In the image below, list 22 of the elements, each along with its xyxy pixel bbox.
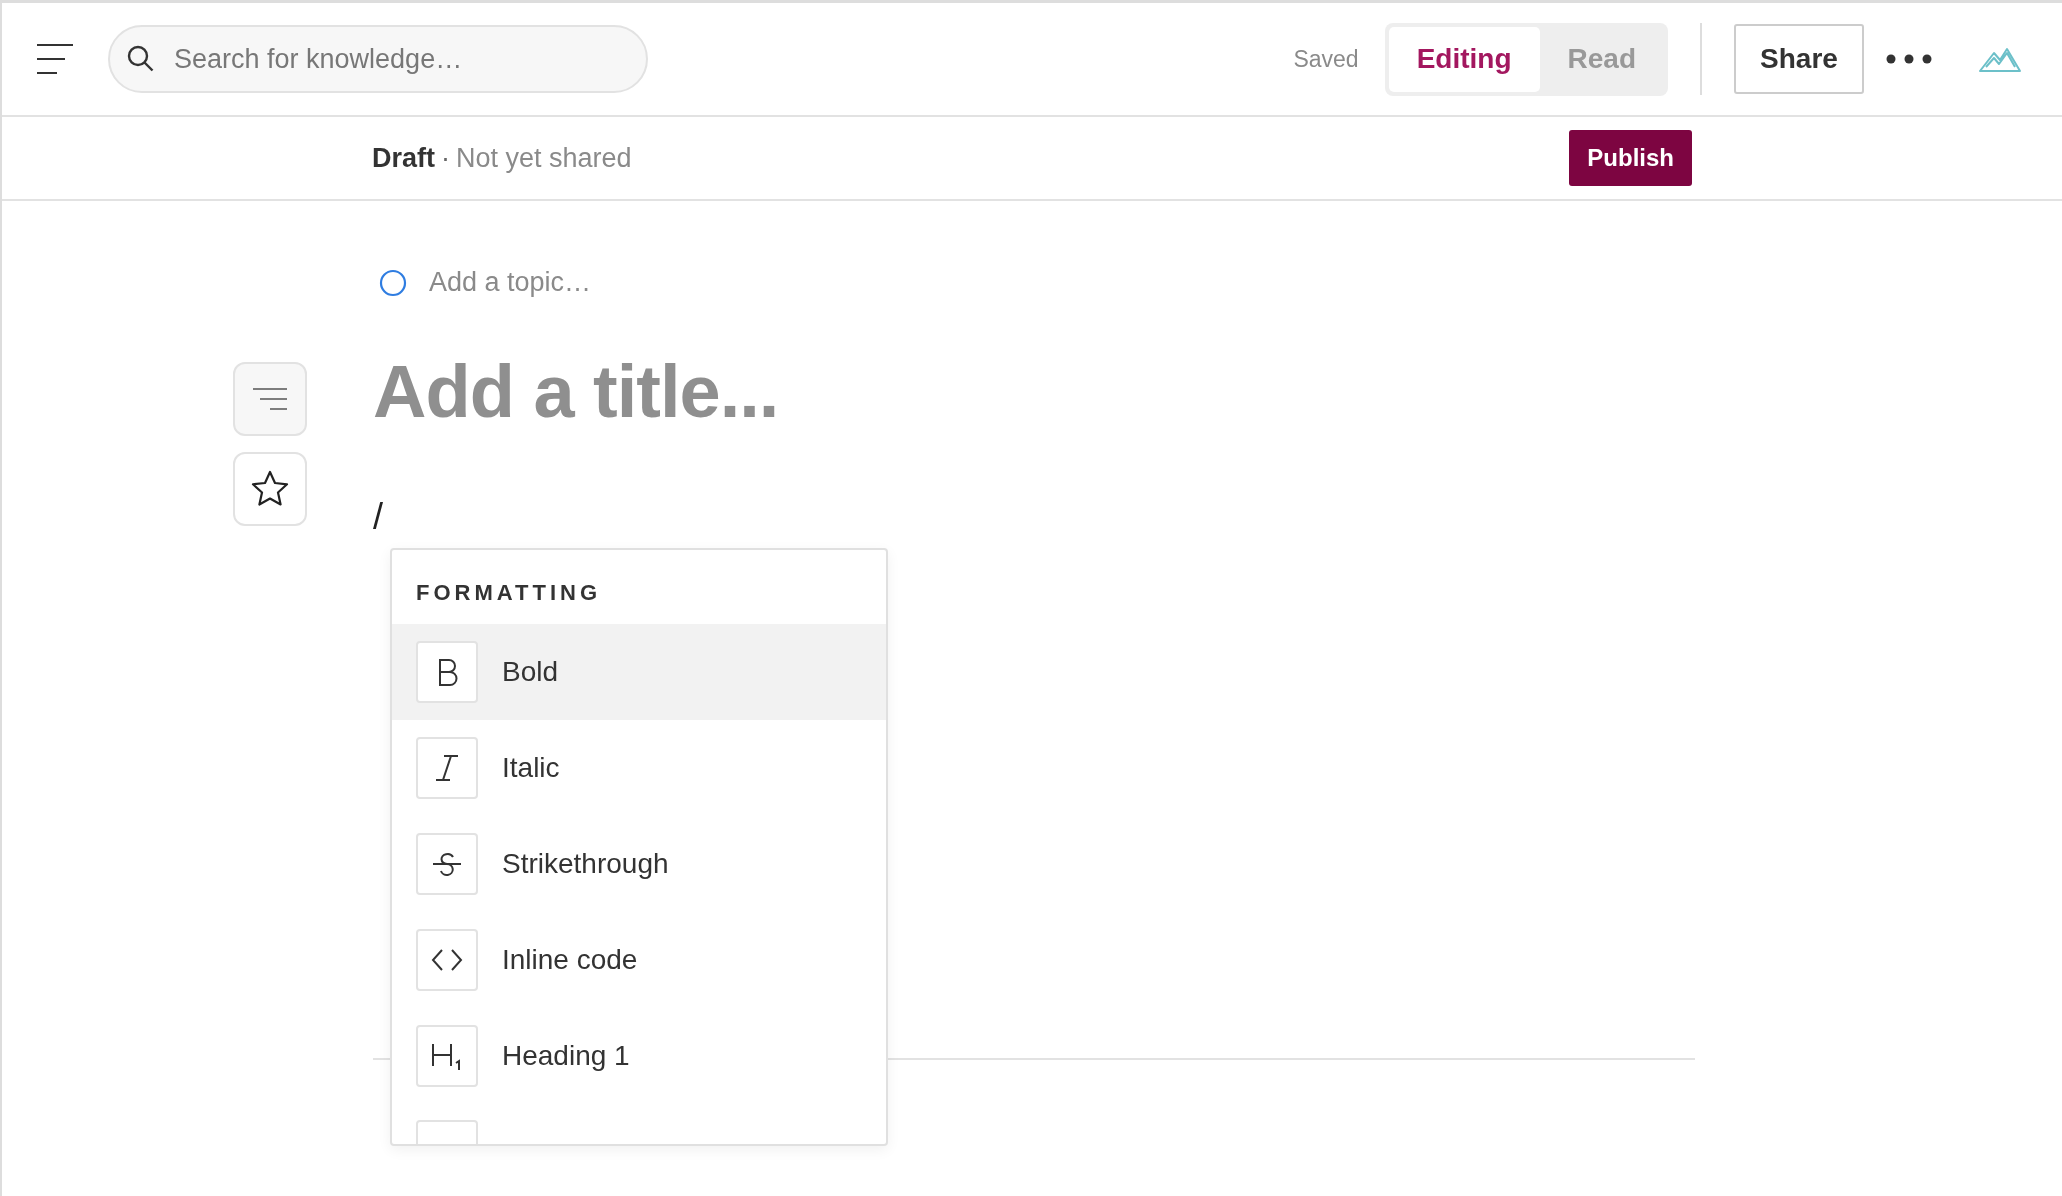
search-icon <box>126 44 156 74</box>
more-icon[interactable] <box>1886 53 1932 65</box>
menu-item[interactable]: Strikethrough <box>392 816 886 912</box>
star-icon <box>250 469 290 509</box>
outline-button[interactable] <box>233 362 307 436</box>
body-text: / <box>373 496 384 538</box>
menu-item[interactable]: Inline code <box>392 912 886 1008</box>
draft-status: Draft · Not yet shared <box>372 142 632 174</box>
mode-tab[interactable]: Editing <box>1388 26 1540 92</box>
code-icon <box>431 948 463 972</box>
menu-icon[interactable] <box>36 43 74 75</box>
share-button[interactable]: Share <box>1734 24 1864 94</box>
search-field[interactable]: Search for knowledge… <box>108 25 648 93</box>
menu-heading: FORMATTING <box>415 579 602 607</box>
menu-item[interactable]: Italic <box>392 720 886 816</box>
publish-button[interactable]: Publish <box>1569 130 1692 186</box>
save-status: Saved <box>1293 45 1359 73</box>
menu-item[interactable]: Bold <box>392 624 886 720</box>
outline-icon <box>252 387 288 411</box>
menu-item[interactable]: Heading 1 <box>392 1008 886 1104</box>
topic-circle-icon <box>379 268 407 297</box>
favorite-button[interactable] <box>233 452 307 526</box>
